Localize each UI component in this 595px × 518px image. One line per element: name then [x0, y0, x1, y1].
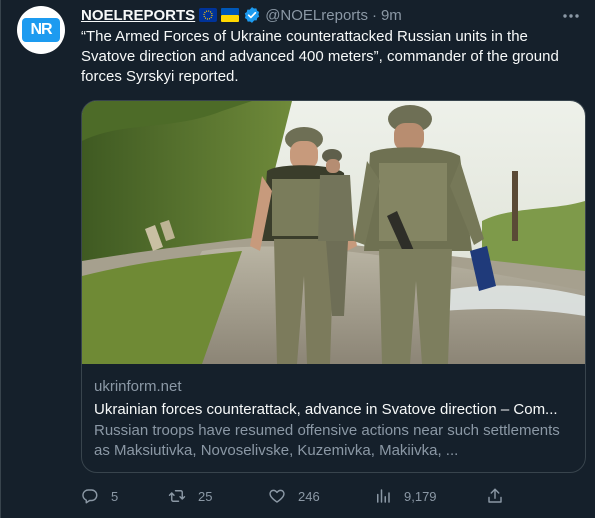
avatar[interactable]: NR — [17, 6, 65, 54]
card-description: Russian troops have resumed offensive ac… — [94, 422, 560, 459]
heart-icon — [269, 489, 285, 503]
timestamp[interactable]: 9m — [381, 7, 402, 24]
tweet-header: NOELREPORTS @NOELreports · 9m — [81, 5, 402, 25]
reply-count: 5 — [111, 488, 119, 504]
card-domain: ukrinform.net — [94, 378, 182, 395]
tweet[interactable]: NR NOELREPORTS @NOELreports · 9m “The Ar… — [0, 0, 595, 518]
author-name[interactable]: NOELREPORTS — [81, 7, 195, 24]
author-handle[interactable]: @NOELreports — [265, 7, 368, 24]
share-icon — [488, 488, 502, 503]
retweet-count: 25 — [198, 488, 213, 504]
share-button[interactable] — [486, 486, 504, 506]
verified-badge-icon[interactable] — [243, 6, 261, 24]
views-icon — [377, 489, 390, 503]
more-icon[interactable] — [561, 6, 581, 26]
tweet-text: “The Armed Forces of Ukraine counteratta… — [81, 28, 559, 85]
views-count: 9,179 — [404, 488, 437, 504]
link-card[interactable]: ukrinform.net Ukrainian forces counterat… — [81, 100, 586, 473]
retweet-button[interactable]: 25 — [168, 486, 212, 506]
card-image[interactable] — [82, 101, 585, 364]
retweet-icon — [168, 490, 186, 502]
separator-dot: · — [371, 6, 377, 24]
action-bar: 5 25 246 9,179 — [81, 486, 521, 506]
reply-icon — [82, 489, 98, 504]
ukraine-flag-icon — [221, 8, 240, 22]
reply-button[interactable]: 5 — [81, 486, 118, 506]
card-body[interactable]: ukrinform.net Ukrainian forces counterat… — [94, 377, 574, 461]
eu-flag-icon — [199, 8, 218, 22]
avatar-logo: NR — [22, 18, 60, 42]
card-title: Ukrainian forces counterattack, advance … — [94, 401, 558, 418]
like-count: 246 — [298, 488, 320, 504]
views-button[interactable]: 9,179 — [374, 486, 437, 506]
like-button[interactable]: 246 — [268, 486, 320, 506]
